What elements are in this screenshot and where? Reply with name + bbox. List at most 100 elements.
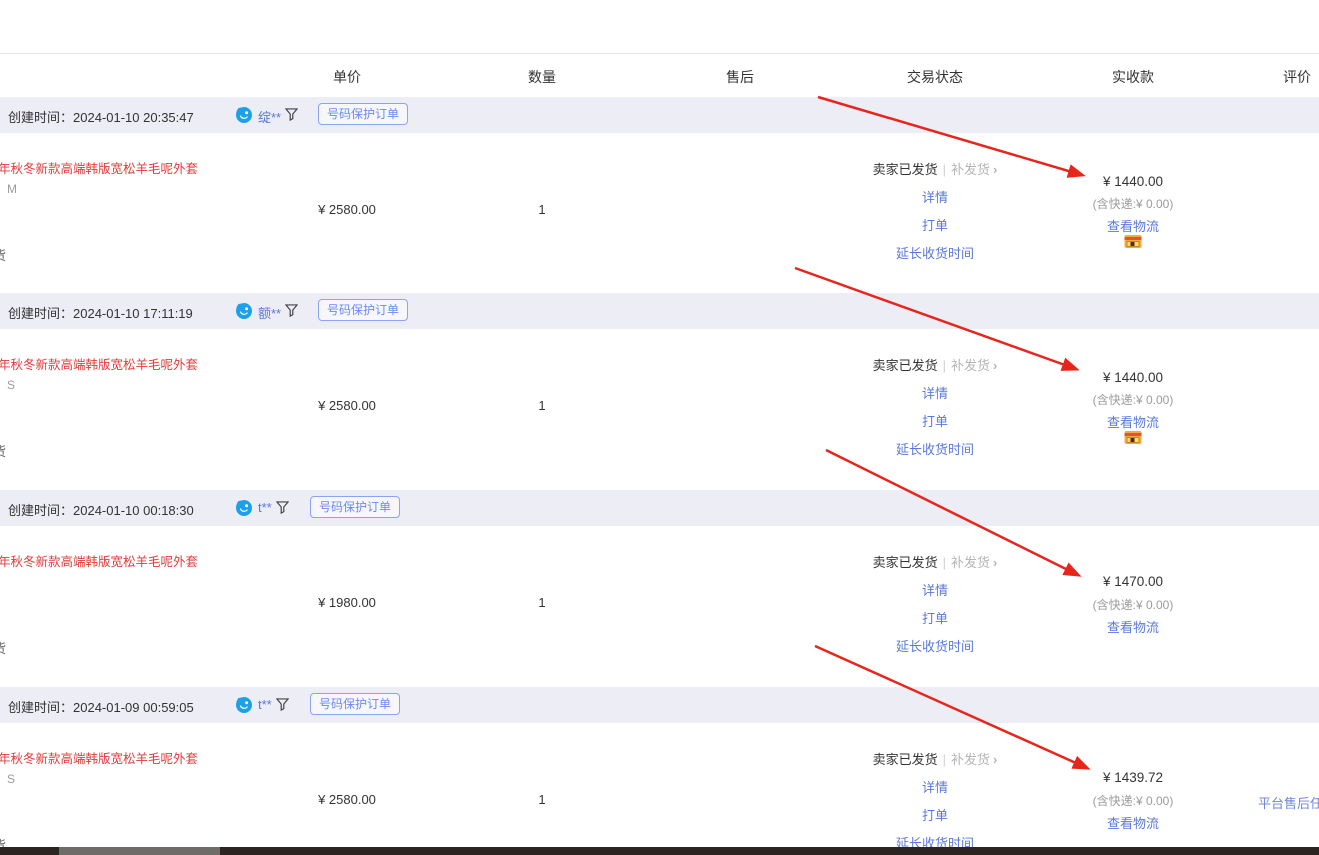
print-order-link[interactable]: 打单 bbox=[922, 215, 948, 234]
trade-status: 卖家已发货|补发货› bbox=[873, 749, 998, 768]
col-quantity: 数量 bbox=[528, 67, 556, 87]
quantity: 1 bbox=[538, 398, 545, 413]
order-row: 创建时间：2024-01-10 00:18:30 t** 号码保护订单 年秋冬新… bbox=[0, 490, 1319, 686]
product-title[interactable]: 年秋冬新款高端韩版宽松羊毛呢外套 bbox=[0, 354, 198, 373]
created-value: 2024-01-10 17:11:19 bbox=[73, 306, 193, 321]
clipped-text: 货 bbox=[0, 638, 6, 657]
created-label: 创建时间： bbox=[8, 110, 73, 125]
created-value: 2024-01-10 20:35:47 bbox=[73, 110, 194, 125]
shipping-fee-note: (含快递:¥ 0.00) bbox=[1093, 195, 1174, 212]
buyer-name[interactable]: t** bbox=[258, 500, 272, 515]
actual-payment: ¥ 1470.00 bbox=[1103, 574, 1163, 589]
detail-link[interactable]: 详情 bbox=[922, 383, 948, 402]
product-size: ：S bbox=[0, 376, 15, 393]
protect-order-badge: 号码保护订单 bbox=[318, 103, 408, 125]
col-after-sale: 售后 bbox=[726, 67, 754, 87]
bank-card-icon bbox=[1125, 431, 1142, 444]
trade-status: 卖家已发货 | 补发货› bbox=[873, 552, 998, 571]
reissue-link[interactable]: 补发货 bbox=[951, 555, 990, 570]
order-header-band: 创建时间：2024-01-09 00:59:05 t** 号码保护订单 bbox=[0, 687, 1319, 723]
order-header-band: 创建时间：2024-01-10 00:18:30 t** 号码保护订单 bbox=[0, 490, 1319, 526]
reissue-link[interactable]: 补发货 bbox=[951, 358, 990, 373]
product-title[interactable]: 年秋冬新款高端韩版宽松羊毛呢外套 bbox=[0, 551, 198, 570]
status-divider: | bbox=[943, 162, 946, 177]
view-logistics-link[interactable]: 查看物流 bbox=[1107, 617, 1159, 636]
order-row: 创建时间：2024-01-10 17:11:19 额** 号码保护订单 年秋冬新… bbox=[0, 293, 1319, 489]
filter-funnel-icon[interactable] bbox=[276, 698, 289, 716]
filter-funnel-icon[interactable] bbox=[276, 501, 289, 519]
product-title[interactable]: 年秋冬新款高端韩版宽松羊毛呢外套 bbox=[0, 158, 198, 177]
col-payment: 实收款 bbox=[1112, 67, 1154, 87]
actual-payment: ¥ 1440.00 bbox=[1103, 370, 1163, 385]
detail-link[interactable]: 详情 bbox=[922, 777, 948, 796]
clipped-text: 货 bbox=[0, 245, 6, 264]
print-order-link[interactable]: 打单 bbox=[922, 411, 948, 430]
col-review: 评价 bbox=[1283, 67, 1311, 87]
table-header: 单价 数量 售后 交易状态 实收款 评价 bbox=[0, 53, 1319, 98]
filter-funnel-icon[interactable] bbox=[285, 108, 298, 126]
trade-status: 卖家已发货|补发货› bbox=[873, 159, 998, 178]
buyer-name[interactable]: 额** bbox=[258, 303, 281, 322]
view-logistics-link[interactable]: 查看物流 bbox=[1107, 813, 1159, 832]
status-divider: | bbox=[943, 358, 946, 373]
trade-status: 卖家已发货 | 补发货› bbox=[873, 355, 998, 374]
col-trade-status: 交易状态 bbox=[907, 67, 963, 87]
status-shipped-label: 卖家已发货 bbox=[873, 358, 938, 373]
detail-link[interactable]: 详情 bbox=[922, 187, 948, 206]
chevron-right-icon: › bbox=[993, 555, 997, 570]
chevron-right-icon: › bbox=[993, 752, 997, 767]
reissue-link[interactable]: 补发货 bbox=[951, 752, 990, 767]
status-divider: | bbox=[943, 752, 946, 767]
protect-order-badge: 号码保护订单 bbox=[310, 496, 400, 518]
shipping-fee-note: (含快递:¥ 0.00) bbox=[1093, 596, 1174, 613]
print-order-link[interactable]: 打单 bbox=[922, 608, 948, 627]
wangwang-chat-icon[interactable] bbox=[236, 697, 252, 713]
buyer-name[interactable]: 绽** bbox=[258, 107, 281, 126]
created-label: 创建时间： bbox=[8, 700, 73, 715]
status-shipped-label: 卖家已发货 bbox=[873, 162, 938, 177]
platform-aftersale-link[interactable]: 平台售后任 bbox=[1258, 793, 1319, 812]
created-label: 创建时间： bbox=[8, 503, 73, 518]
print-order-link[interactable]: 打单 bbox=[922, 805, 948, 824]
wangwang-chat-icon[interactable] bbox=[236, 303, 252, 319]
extend-receipt-link[interactable]: 延长收货时间 bbox=[896, 439, 974, 458]
view-logistics-link[interactable]: 查看物流 bbox=[1107, 412, 1159, 431]
shipping-fee-note: (含快递:¥ 0.00) bbox=[1093, 391, 1174, 408]
bank-card-icon bbox=[1125, 235, 1142, 248]
view-logistics-link[interactable]: 查看物流 bbox=[1107, 216, 1159, 235]
created-value: 2024-01-10 00:18:30 bbox=[73, 503, 194, 518]
status-shipped-label: 卖家已发货 bbox=[873, 555, 938, 570]
quantity: 1 bbox=[538, 792, 545, 807]
order-row: 创建时间：2024-01-09 00:59:05 t** 号码保护订单 年秋冬新… bbox=[0, 687, 1319, 855]
created-value: 2024-01-09 00:59:05 bbox=[73, 700, 194, 715]
unit-price: ¥ 2580.00 bbox=[318, 792, 376, 807]
wangwang-chat-icon[interactable] bbox=[236, 500, 252, 516]
actual-payment: ¥ 1439.72 bbox=[1103, 770, 1163, 785]
product-size: ：M bbox=[0, 180, 17, 197]
extend-receipt-link[interactable]: 延长收货时间 bbox=[896, 636, 974, 655]
order-created-time: 创建时间：2024-01-10 17:11:19 bbox=[8, 303, 193, 322]
filter-funnel-icon[interactable] bbox=[285, 304, 298, 322]
chevron-right-icon: › bbox=[993, 358, 997, 373]
status-divider: | bbox=[943, 555, 946, 570]
horizontal-scrollbar-thumb[interactable] bbox=[59, 847, 220, 855]
created-label: 创建时间： bbox=[8, 306, 73, 321]
clipped-text: 货 bbox=[0, 441, 6, 460]
horizontal-scrollbar-track[interactable] bbox=[0, 847, 1319, 855]
reissue-link[interactable]: 补发货 bbox=[951, 162, 990, 177]
buyer-name[interactable]: t** bbox=[258, 697, 272, 712]
order-header-band: 创建时间：2024-01-10 17:11:19 额** 号码保护订单 bbox=[0, 293, 1319, 329]
product-size: ：S bbox=[0, 770, 15, 787]
col-unit-price: 单价 bbox=[333, 67, 361, 87]
quantity: 1 bbox=[538, 595, 545, 610]
actual-payment: ¥ 1440.00 bbox=[1103, 174, 1163, 189]
shipping-fee-note: (含快递:¥ 0.00) bbox=[1093, 792, 1174, 809]
unit-price: ¥ 1980.00 bbox=[318, 595, 376, 610]
order-management-page: 单价 数量 售后 交易状态 实收款 评价 创建时间：2024-01-10 20:… bbox=[0, 0, 1319, 855]
wangwang-chat-icon[interactable] bbox=[236, 107, 252, 123]
extend-receipt-link[interactable]: 延长收货时间 bbox=[896, 243, 974, 262]
protect-order-badge: 号码保护订单 bbox=[318, 299, 408, 321]
detail-link[interactable]: 详情 bbox=[922, 580, 948, 599]
product-title[interactable]: 年秋冬新款高端韩版宽松羊毛呢外套 bbox=[0, 748, 198, 767]
unit-price: ¥ 2580.00 bbox=[318, 202, 376, 217]
